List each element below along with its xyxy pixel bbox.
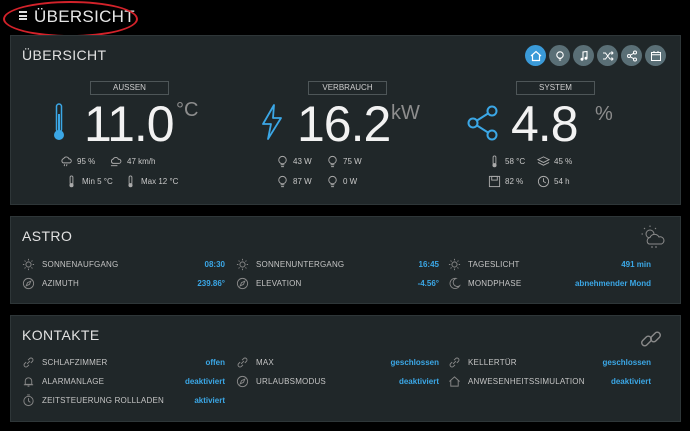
- verbrauch-w3: 87 W: [276, 175, 312, 188]
- astro-sonnenuntergang-value: 16:45: [418, 260, 439, 269]
- compass-icon: [22, 277, 35, 289]
- layers-icon: [537, 156, 550, 166]
- sun-icon: [448, 258, 461, 270]
- kontakte-panel: KONTAKTE SCHLAFZIMMER offen ALARMANLAGE …: [10, 315, 681, 422]
- bulb-icon: [328, 155, 337, 168]
- thermometer-high-icon: [128, 175, 133, 188]
- aussen-unit: °C: [176, 99, 199, 121]
- system-uptime: 54 h: [537, 175, 570, 188]
- astro-title: ASTRO: [22, 228, 73, 244]
- kontakte-title: KONTAKTE: [22, 327, 100, 343]
- system-disk: 82 %: [488, 175, 523, 188]
- verbrauch-label: VERBRAUCH: [308, 81, 387, 95]
- system-load: 45 %: [537, 155, 572, 168]
- share-icon[interactable]: [621, 45, 642, 66]
- aussen-wind: 47 km/h: [110, 155, 155, 168]
- astro-azimuth: AZIMUTH: [22, 276, 79, 290]
- music-icon[interactable]: [573, 45, 594, 66]
- bulb-icon: [328, 175, 337, 188]
- thermometer-low-icon: [69, 175, 74, 188]
- floppy-disk-icon: [488, 175, 501, 188]
- kontakt-anwesenheitssimulation-value: deaktiviert: [610, 377, 651, 386]
- astro-tageslicht-value: 491 min: [621, 260, 651, 269]
- aussen-humidity: 95 %: [60, 155, 95, 168]
- moon-icon: [449, 277, 461, 289]
- overview-nav: [525, 45, 666, 66]
- chain-link-icon: [641, 331, 661, 347]
- kontakt-zeitsteuerung-value: aktiviert: [194, 396, 225, 405]
- astro-sonnenaufgang: SONNENAUFGANG: [22, 257, 118, 271]
- verbrauch-w1: 43 W: [276, 155, 312, 168]
- kontakt-schlafzimmer: SCHLAFZIMMER: [22, 355, 108, 369]
- share-network-icon: [467, 105, 498, 141]
- system-temp: 58 °C: [488, 155, 525, 168]
- bulb-icon: [278, 175, 287, 188]
- link-icon: [237, 357, 248, 367]
- aussen-label: AUSSEN: [90, 81, 169, 95]
- windy-cloud-icon: [110, 157, 122, 167]
- verbrauch-w2: 75 W: [326, 155, 362, 168]
- kontakt-urlaubsmodus: URLAUBSMODUS: [236, 374, 326, 388]
- kontakt-anwesenheitssimulation: ANWESENHEITSSIMULATION: [448, 374, 585, 388]
- overview-panel: ÜBERSICHT AUSSEN 11.0 °C 95 % 47 km/h Mi…: [10, 35, 681, 205]
- astro-sonnenaufgang-value: 08:30: [204, 260, 225, 269]
- thermometer-icon: [54, 103, 64, 140]
- lightning-icon: [262, 104, 282, 140]
- calendar-icon[interactable]: [645, 45, 666, 66]
- aussen-max: Max 12 °C: [124, 175, 178, 188]
- astro-elevation: ELEVATION: [236, 276, 302, 290]
- kontakt-urlaubsmodus-value: deaktiviert: [398, 377, 439, 386]
- verbrauch-unit: kW: [391, 102, 420, 124]
- kontakt-max-value: geschlossen: [390, 358, 439, 367]
- astro-mondphase: MONDPHASE: [448, 276, 521, 290]
- rain-cloud-icon: [61, 156, 72, 167]
- kontakt-alarmanlage: ALARMANLAGE: [22, 374, 104, 388]
- astro-panel: ASTRO SONNENAUFGANG 08:30 AZIMUTH 239.86…: [10, 216, 681, 304]
- verbrauch-w4: 0 W: [326, 175, 357, 188]
- kontakt-alarmanlage-value: deaktiviert: [184, 377, 225, 386]
- compass-icon: [236, 375, 249, 387]
- shuffle-icon[interactable]: [597, 45, 618, 66]
- aussen-min: Min 5 °C: [65, 175, 113, 188]
- house-icon: [449, 375, 460, 387]
- system-unit: %: [595, 103, 613, 125]
- top-bar: ÜBERSICHT: [0, 0, 690, 37]
- astro-sonnenuntergang: SONNENUNTERGANG: [236, 257, 344, 271]
- link-icon: [23, 357, 34, 367]
- kontakt-kellertuer-value: geschlossen: [602, 358, 651, 367]
- astro-azimuth-value: 239.86°: [197, 279, 225, 288]
- lightbulb-icon[interactable]: [549, 45, 570, 66]
- timer-icon: [23, 393, 34, 406]
- partly-cloudy-icon: [641, 225, 665, 248]
- overview-title: ÜBERSICHT: [22, 47, 107, 63]
- system-value: 4.8: [511, 96, 579, 152]
- clock-icon: [537, 175, 550, 188]
- bulb-icon: [278, 155, 287, 168]
- kontakt-max: MAX: [236, 355, 274, 369]
- thermometer-icon: [492, 155, 497, 168]
- sunrise-icon: [22, 258, 35, 270]
- astro-tageslicht: TAGESLICHT: [448, 257, 520, 271]
- verbrauch-value: 16.2: [297, 96, 391, 152]
- aussen-value: 11.0: [84, 96, 175, 152]
- astro-mondphase-value: abnehmender Mond: [574, 279, 651, 288]
- kontakt-zeitsteuerung: ZEITSTEUERUNG ROLLLADEN: [22, 393, 164, 407]
- sunset-icon: [236, 258, 249, 270]
- kontakt-kellertuer: KELLERTÜR: [448, 355, 517, 369]
- compass-icon: [236, 277, 249, 289]
- home-icon[interactable]: [525, 45, 546, 66]
- link-icon: [449, 357, 460, 367]
- kontakt-schlafzimmer-value: offen: [205, 358, 225, 367]
- system-label: SYSTEM: [516, 81, 595, 95]
- highlight-ellipse: [3, 1, 138, 37]
- alarm-bell-icon: [23, 376, 34, 387]
- astro-elevation-value: -4.56°: [417, 279, 439, 288]
